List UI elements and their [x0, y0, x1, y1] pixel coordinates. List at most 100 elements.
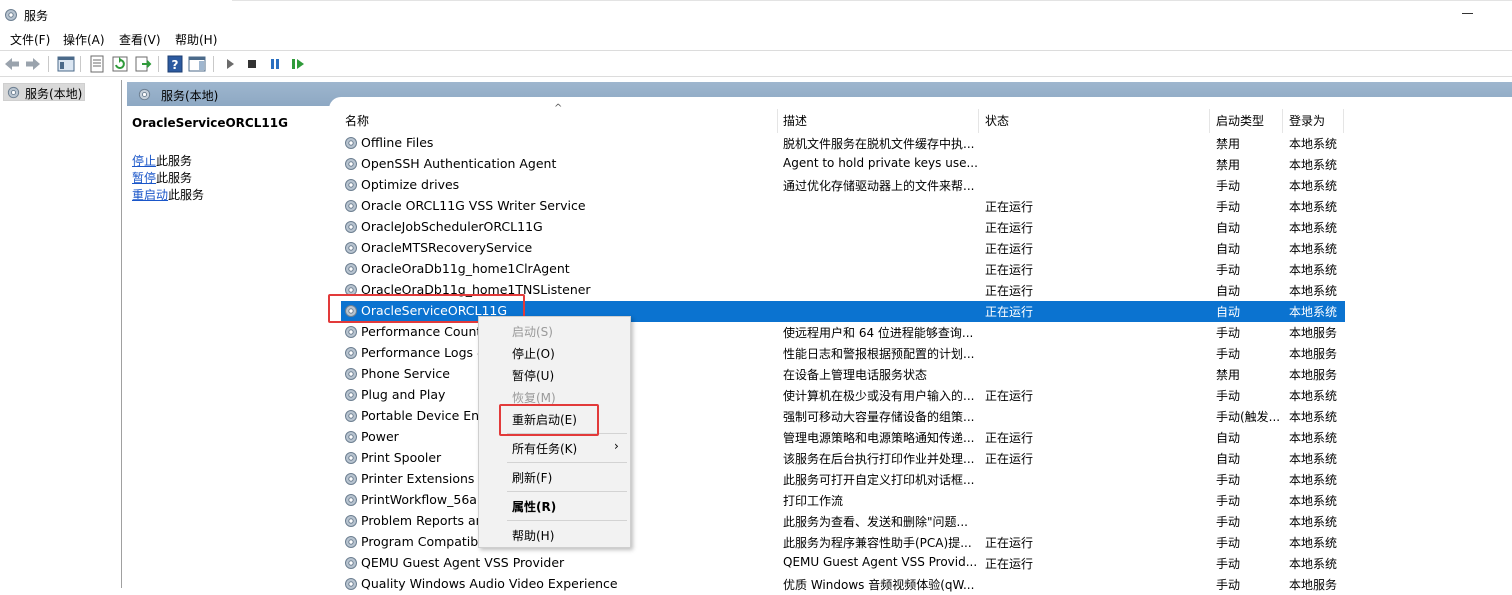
svg-text:?: ?: [172, 58, 179, 72]
service-description-cell: 此服务可打开自定义打印机对话框...: [783, 473, 975, 487]
forward-arrow-icon[interactable]: [24, 55, 42, 73]
service-status-cell: 正在运行: [985, 242, 1034, 256]
service-startup-type-cell: 手动: [1216, 578, 1241, 592]
service-startup-type-cell: 自动: [1216, 305, 1241, 319]
column-header-name[interactable]: 名称: [341, 112, 777, 132]
service-log-on-as-cell: 本地系统: [1289, 200, 1338, 214]
menu-separator: [507, 491, 627, 492]
service-log-on-as-cell: 本地系统: [1289, 221, 1338, 235]
table-row[interactable]: OracleMTSRecoveryService 正在运行 自动 本地系统: [341, 238, 1345, 259]
stop-link[interactable]: 停止: [132, 154, 156, 168]
service-gear-icon: [343, 198, 359, 214]
service-log-on-as-cell: 本地系统: [1289, 242, 1338, 256]
tree-node-services-local[interactable]: 服务(本地): [3, 83, 85, 101]
table-row[interactable]: Oracle ORCL11G VSS Writer Service 正在运行 手动 本…: [341, 196, 1345, 217]
menu-item-pause[interactable]: 暂停(U): [512, 367, 554, 384]
service-status-cell: 正在运行: [985, 221, 1034, 235]
toolbar-separator: [80, 56, 81, 72]
restart-link[interactable]: 重启动: [132, 188, 168, 202]
service-status-cell: 正在运行: [985, 452, 1034, 466]
export-list-icon[interactable]: [134, 55, 152, 73]
service-description-cell: 使远程用户和 64 位进程能够查询...: [783, 326, 974, 340]
service-log-on-as-cell: 本地系统: [1289, 473, 1338, 487]
column-divider[interactable]: [1343, 109, 1344, 133]
column-divider[interactable]: [1282, 109, 1283, 133]
menu-item-all-tasks[interactable]: 所有任务(K): [512, 440, 577, 457]
column-header-log-on-as[interactable]: 登录为: [1285, 112, 1343, 132]
column-header-description[interactable]: 描述: [779, 112, 977, 132]
service-description-cell: 在设备上管理电话服务状态: [783, 368, 928, 382]
service-status-cell: 正在运行: [985, 200, 1034, 214]
menu-help[interactable]: 帮助(H): [175, 31, 217, 48]
service-log-on-as-cell: 本地系统: [1289, 515, 1338, 529]
properties-sheet-icon[interactable]: [88, 55, 106, 73]
toolbar-separator: [158, 56, 159, 72]
column-divider[interactable]: [777, 109, 778, 133]
back-arrow-icon[interactable]: [3, 55, 21, 73]
table-row[interactable]: Offline Files 脱机文件服务在脱机文件缓存中执... 禁用 本地系统: [341, 133, 1345, 154]
pause-service-icon[interactable]: [266, 55, 284, 73]
menu-separator: [507, 462, 627, 463]
service-log-on-as-cell: 本地系统: [1289, 410, 1338, 424]
table-row[interactable]: OracleJobSchedulerORCL11G 正在运行 自动 本地系统: [341, 217, 1345, 238]
service-startup-type-cell: 自动: [1216, 242, 1241, 256]
service-description-cell: 使计算机在极少或没有用户输入的...: [783, 389, 975, 403]
service-name-cell: Quality Windows Audio Video Experience: [361, 576, 618, 591]
column-header-startup-type[interactable]: 启动类型: [1212, 112, 1282, 132]
menu-action[interactable]: 操作(A): [63, 31, 105, 48]
service-startup-type-cell: 手动: [1216, 473, 1241, 487]
action-pause-service: 暂停此服务: [132, 169, 192, 186]
menu-item-help[interactable]: 帮助(H): [512, 527, 554, 544]
panel-header-title: 服务(本地): [161, 89, 219, 103]
show-console-tree-icon[interactable]: [57, 55, 75, 73]
restart-service-icon[interactable]: [289, 55, 307, 73]
services-gear-icon: [5, 9, 17, 21]
action-restart-service: 重启动此服务: [132, 186, 204, 203]
menu-item-start[interactable]: 启动(S): [512, 323, 553, 340]
help-icon[interactable]: ?: [166, 55, 184, 73]
service-startup-type-cell: 自动: [1216, 431, 1241, 445]
service-log-on-as-cell: 本地服务: [1289, 368, 1338, 382]
refresh-icon[interactable]: [111, 55, 129, 73]
service-gear-icon: [343, 576, 359, 592]
service-log-on-as-cell: 本地系统: [1289, 389, 1338, 403]
service-startup-type-cell: 手动: [1216, 536, 1241, 550]
service-gear-icon: [343, 387, 359, 403]
menu-view[interactable]: 查看(V): [119, 31, 161, 48]
table-row[interactable]: Quality Windows Audio Video Experience 优质…: [341, 574, 1345, 595]
menu-file[interactable]: 文件(F): [10, 31, 50, 48]
service-startup-type-cell: 手动: [1216, 389, 1241, 403]
column-divider[interactable]: [1209, 109, 1210, 133]
table-row[interactable]: QEMU Guest Agent VSS Provider QEMU Guest …: [341, 553, 1345, 574]
pause-link[interactable]: 暂停: [132, 171, 156, 185]
column-divider[interactable]: [978, 109, 979, 133]
menu-item-properties[interactable]: 属性(R): [512, 498, 556, 515]
service-name-cell: Optimize drives: [361, 177, 460, 192]
stop-service-icon[interactable]: [243, 55, 261, 73]
show-action-pane-icon[interactable]: [188, 55, 206, 73]
service-status-cell: 正在运行: [985, 536, 1034, 550]
service-startup-type-cell: 手动: [1216, 494, 1241, 508]
service-log-on-as-cell: 本地服务: [1289, 578, 1338, 592]
service-name-cell: QEMU Guest Agent VSS Provider: [361, 555, 565, 570]
service-status-cell: 正在运行: [985, 431, 1034, 445]
service-description-cell: 优质 Windows 音频视频体验(qW...: [783, 578, 975, 592]
service-gear-icon: [343, 324, 359, 340]
service-status-cell: 正在运行: [985, 557, 1034, 571]
menu-item-refresh[interactable]: 刷新(F): [512, 469, 552, 486]
service-startup-type-cell: 禁用: [1216, 368, 1241, 382]
service-status-cell: 正在运行: [985, 305, 1034, 319]
table-row[interactable]: OracleOraDb11g_home1ClrAgent 正在运行 手动 本地系统: [341, 259, 1345, 280]
service-gear-icon: [343, 156, 359, 172]
start-service-icon[interactable]: [221, 55, 239, 73]
menu-item-stop[interactable]: 停止(O): [512, 345, 555, 362]
table-row[interactable]: OpenSSH Authentication Agent Agent to hol…: [341, 154, 1345, 175]
minimize-button[interactable]: [1462, 13, 1473, 14]
service-gear-icon: [343, 345, 359, 361]
column-header-status[interactable]: 状态: [981, 112, 1209, 132]
services-gear-icon: [7, 86, 20, 99]
table-row[interactable]: Optimize drives 通过优化存储驱动器上的文件来帮... 手动 本地系统: [341, 175, 1345, 196]
service-gear-icon: [343, 240, 359, 256]
service-startup-type-cell: 自动: [1216, 221, 1241, 235]
service-description-cell: 此服务为程序兼容性助手(PCA)提...: [783, 536, 972, 550]
